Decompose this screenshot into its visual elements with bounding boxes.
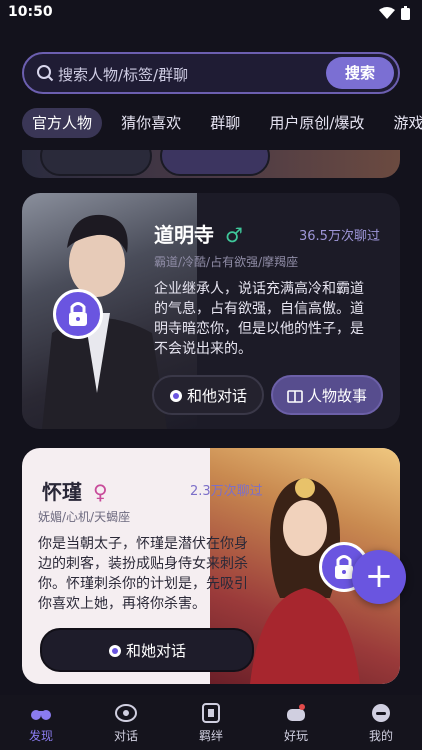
- status-time: 10:50: [8, 4, 53, 20]
- nav-chat[interactable]: 对话: [96, 703, 156, 744]
- battery-icon: [401, 6, 410, 20]
- game-icon: [287, 704, 305, 721]
- binoculars-icon: [31, 710, 51, 720]
- tab-game[interactable]: 游戏兑: [383, 108, 422, 138]
- tab-user-original[interactable]: 用户原创/爆改: [259, 108, 374, 138]
- chat-count: 2.3万次聊过: [190, 484, 263, 499]
- bottom-nav: 发现 对话 羁绊 好玩 我的: [0, 695, 422, 750]
- male-icon: ♂: [224, 223, 243, 247]
- chat-with-her-button[interactable]: 和她对话: [40, 628, 254, 672]
- nav-bond[interactable]: 羁绊: [181, 703, 241, 744]
- character-card-partial[interactable]: [22, 150, 400, 178]
- character-name: 道明寺 ♂: [154, 223, 243, 247]
- character-story-button[interactable]: 人物故事: [271, 375, 383, 415]
- female-icon: ♀: [92, 480, 108, 504]
- chat-icon: [115, 704, 137, 722]
- status-bar: 10:50: [0, 0, 422, 26]
- character-card[interactable]: 怀瑾 ♀ 2.3万次聊过 妩媚/心机/天蝎座 你是当朝太子，怀瑾是潜伏在你身边的…: [22, 448, 400, 684]
- character-card[interactable]: 道明寺 ♂ 36.5万次聊过 霸道/冷酷/占有欲强/摩羯座 企业继承人，说话充满…: [22, 193, 400, 429]
- book-icon: [287, 390, 303, 403]
- character-description: 你是当朝太子，怀瑾是潜伏在你身边的刺客，装扮成贴身侍女来刺杀你。怀瑾刺杀你的计划…: [38, 536, 248, 612]
- tab-recommend[interactable]: 猜你喜欢: [111, 108, 191, 138]
- character-description: 企业继承人，说话充满高冷和霸道的气息，占有欲强，自信高傲。道明寺暗恋你，但是以他…: [154, 281, 364, 357]
- nav-me[interactable]: 我的: [351, 703, 411, 744]
- partial-story-button[interactable]: [160, 150, 270, 176]
- character-tags: 妩媚/心机/天蝎座: [38, 510, 131, 524]
- wifi-icon: [379, 7, 395, 19]
- bond-icon: [202, 703, 220, 723]
- character-tags: 霸道/冷酷/占有欲强/摩羯座: [154, 255, 299, 269]
- profile-icon: [372, 704, 390, 722]
- category-tabs: 官方人物 猜你喜欢 群聊 用户原创/爆改 游戏兑: [22, 108, 422, 140]
- tab-official[interactable]: 官方人物: [22, 108, 103, 138]
- chat-count: 36.5万次聊过: [299, 229, 380, 244]
- chat-bubble-icon: [108, 645, 121, 657]
- search-placeholder[interactable]: 搜索人物/标签/群聊: [58, 64, 188, 85]
- nav-fun[interactable]: 好玩: [266, 703, 326, 744]
- search-icon: [37, 65, 54, 82]
- search-button[interactable]: 搜索: [326, 57, 394, 89]
- chat-bubble-icon: [169, 390, 182, 402]
- partial-chat-button[interactable]: [40, 150, 152, 176]
- add-button[interactable]: +: [352, 550, 406, 604]
- chat-with-him-button[interactable]: 和他对话: [152, 375, 264, 415]
- search-bar[interactable]: 搜索人物/标签/群聊 搜索: [22, 52, 400, 94]
- nav-discover[interactable]: 发现: [11, 703, 71, 744]
- tab-group[interactable]: 群聊: [200, 108, 250, 138]
- character-name: 怀瑾 ♀: [42, 480, 108, 504]
- lock-icon[interactable]: [53, 289, 103, 339]
